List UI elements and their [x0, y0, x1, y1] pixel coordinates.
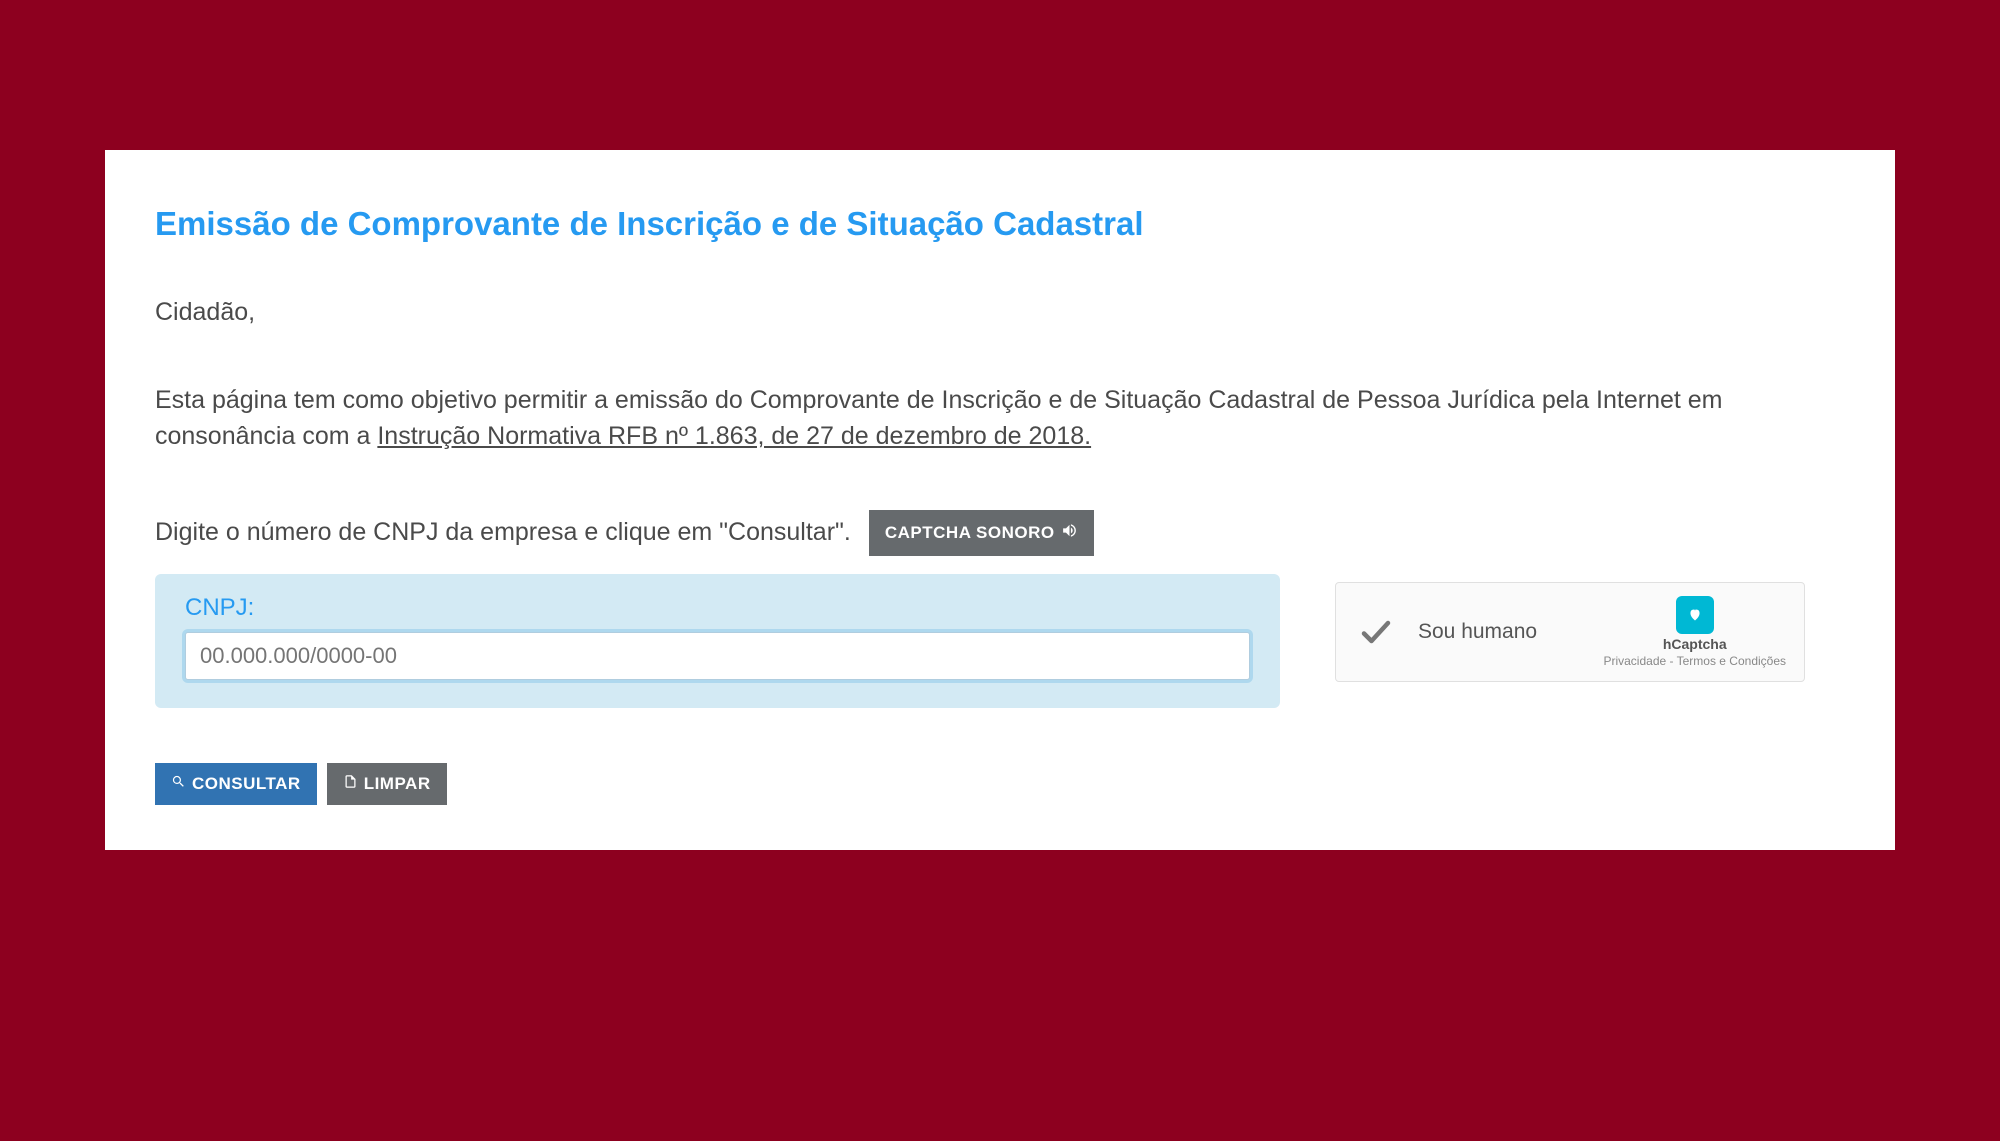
cnpj-label: CNPJ:: [185, 594, 1250, 622]
hcaptcha-label: Sou humano: [1418, 620, 1603, 644]
search-icon: [171, 774, 186, 794]
instruction-text: Digite o número de CNPJ da empresa e cli…: [155, 518, 851, 547]
page-title: Emissão de Comprovante de Inscrição e de…: [155, 205, 1845, 243]
volume-icon: [1061, 522, 1078, 544]
captcha-sonoro-button[interactable]: CAPTCHA SONORO: [869, 510, 1094, 556]
hcaptcha-brand: hCaptcha Privacidade - Termos e Condiçõe…: [1603, 596, 1786, 668]
cnpj-box: CNPJ:: [155, 574, 1280, 708]
cnpj-input[interactable]: [185, 632, 1250, 680]
form-row: CNPJ: Sou humano: [155, 574, 1845, 708]
consultar-label: CONSULTAR: [192, 774, 301, 794]
hcaptcha-logo-icon: [1676, 596, 1714, 634]
instruction-row: Digite o número de CNPJ da empresa e cli…: [155, 510, 1845, 556]
normative-instruction-link[interactable]: Instrução Normativa RFB nº 1.863, de 27 …: [377, 422, 1091, 450]
hcaptcha-terms-link[interactable]: Privacidade - Termos e Condições: [1603, 654, 1786, 668]
limpar-label: LIMPAR: [364, 774, 431, 794]
consultar-button[interactable]: CONSULTAR: [155, 763, 317, 805]
action-row: CONSULTAR LIMPAR: [155, 763, 1845, 805]
limpar-button[interactable]: LIMPAR: [327, 763, 447, 805]
hcaptcha-brand-name: hCaptcha: [1663, 636, 1727, 652]
captcha-sonoro-label: CAPTCHA SONORO: [885, 523, 1055, 543]
checkmark-icon: [1358, 614, 1394, 650]
main-panel: Emissão de Comprovante de Inscrição e de…: [105, 150, 1895, 850]
document-icon: [343, 774, 358, 794]
description-text: Esta página tem como objetivo permitir a…: [155, 382, 1845, 455]
hcaptcha-widget[interactable]: Sou humano hCaptcha: [1335, 582, 1805, 682]
salutation-text: Cidadão,: [155, 298, 1845, 327]
